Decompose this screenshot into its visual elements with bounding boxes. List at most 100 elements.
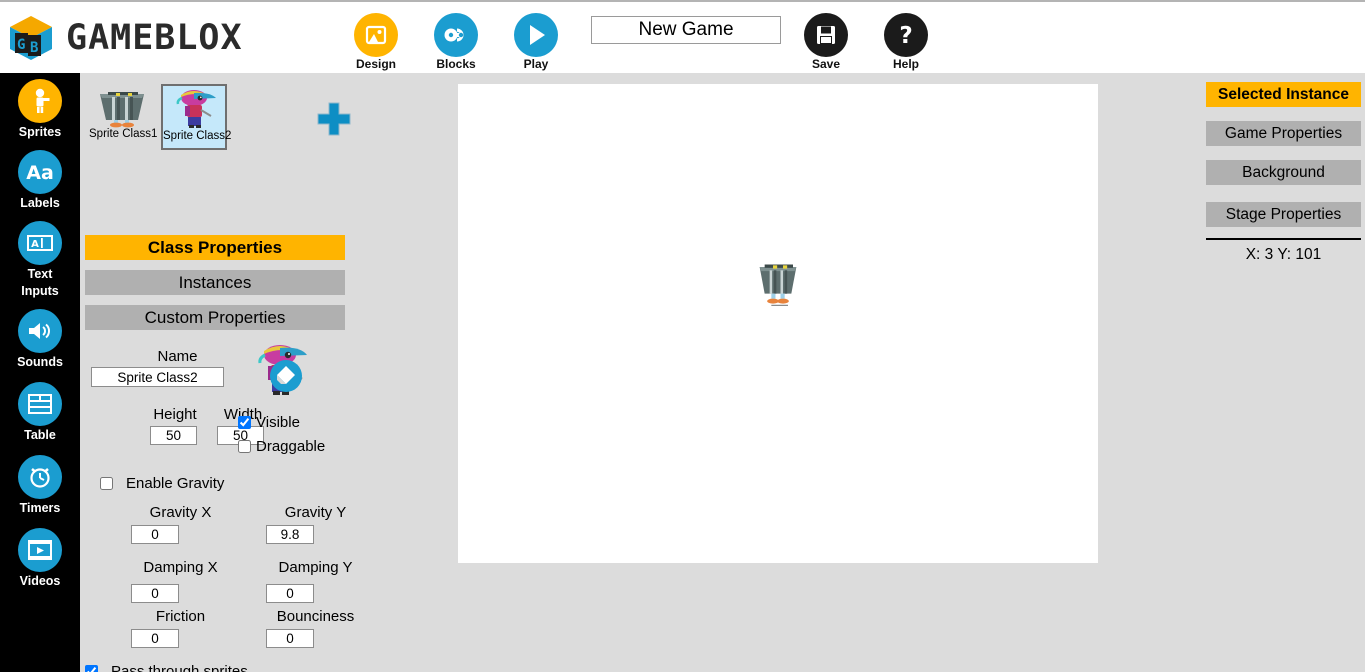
sidebar-item-table[interactable]: Table xyxy=(0,382,80,443)
tab-class-properties[interactable]: Class Properties xyxy=(85,235,345,260)
toolbar-button-play[interactable]: Play xyxy=(514,13,558,71)
gameblox-app: G B GAMEBLOX Design Blocks Play New Game… xyxy=(0,0,1365,672)
edit-sprite-button[interactable] xyxy=(270,360,302,397)
toolbar-label-blocks: Blocks xyxy=(436,57,476,71)
toolbar-label-play: Play xyxy=(523,57,549,71)
toolbar-button-design[interactable]: Design xyxy=(354,13,398,71)
gravity-y-input[interactable] xyxy=(266,525,314,544)
sprite-thumb-label: Sprite Class2 xyxy=(163,130,232,142)
name-input[interactable] xyxy=(91,367,224,387)
toolbar-label-help: Help xyxy=(892,57,919,71)
toolbar-button-save[interactable]: Save xyxy=(804,13,848,71)
stage-sprite-trashcan[interactable] xyxy=(753,256,803,313)
right-panel-divider xyxy=(1206,238,1361,240)
sprite-thumb-label: Sprite Class1 xyxy=(89,128,158,140)
draggable-checkbox[interactable] xyxy=(238,440,251,453)
sidebar-item-videos[interactable]: Videos xyxy=(0,528,80,589)
tab-custom-properties[interactable]: Custom Properties xyxy=(85,305,345,330)
bounciness-input[interactable] xyxy=(266,629,314,648)
toolbar-button-help[interactable]: ? Help xyxy=(884,13,928,71)
alarm-clock-icon xyxy=(18,455,62,499)
svg-text:?: ? xyxy=(899,23,912,48)
question-mark-icon: ? xyxy=(884,13,928,57)
pass-through-row[interactable]: Pass through sprites xyxy=(85,663,248,672)
right-sidebar: Selected Instance Game Properties Backgr… xyxy=(1200,73,1365,672)
damping-x-input[interactable] xyxy=(131,584,179,603)
stage-area xyxy=(455,73,1200,672)
draggable-label: Draggable xyxy=(256,438,326,455)
sidebar-label-sprites: Sprites xyxy=(18,125,62,139)
visible-checkbox-row[interactable]: Visible xyxy=(238,414,300,431)
tab-instances[interactable]: Instances xyxy=(85,270,345,295)
text-input-icon: A xyxy=(18,221,62,265)
toolbar-button-blocks[interactable]: Blocks xyxy=(434,13,478,71)
sidebar-label-text: Text xyxy=(27,267,53,281)
gameblox-cube-icon: G B xyxy=(8,14,54,62)
height-input[interactable] xyxy=(150,426,197,445)
toolbar-label-design: Design xyxy=(355,57,396,71)
friction-input[interactable] xyxy=(131,629,179,648)
sidebar-label-inputs: Inputs xyxy=(21,284,59,298)
sidebar-item-text-inputs[interactable]: A Text Inputs xyxy=(0,221,80,299)
play-icon xyxy=(514,13,558,57)
sprite-person-icon xyxy=(18,79,62,123)
visible-label: Visible xyxy=(256,414,300,431)
sidebar-label-table: Table xyxy=(24,428,56,442)
sidebar-item-sounds[interactable]: Sounds xyxy=(0,309,80,370)
friction-label: Friction xyxy=(155,608,206,625)
sidebar-label-timers: Timers xyxy=(19,501,61,515)
game-stage-canvas[interactable] xyxy=(458,84,1098,563)
tab-game-properties[interactable]: Game Properties xyxy=(1206,121,1361,146)
instance-coordinates: X: 3 Y: 101 xyxy=(1245,246,1322,263)
blocks-icon xyxy=(434,13,478,57)
damping-y-label: Damping Y xyxy=(278,559,353,576)
gravity-x-input[interactable] xyxy=(131,525,179,544)
pass-through-checkbox[interactable] xyxy=(85,665,98,672)
bounciness-label: Bounciness xyxy=(276,608,355,625)
table-grid-icon xyxy=(18,382,62,426)
labels-aa-icon: Aa xyxy=(18,150,62,194)
gravity-y-label: Gravity Y xyxy=(284,504,347,521)
brand-name: GAMEBLOX xyxy=(66,18,243,58)
sidebar-label-sounds: Sounds xyxy=(17,355,63,369)
sidebar-label-videos: Videos xyxy=(19,574,61,588)
enable-gravity-row[interactable]: Enable Gravity xyxy=(100,475,224,492)
damping-y-input[interactable] xyxy=(266,584,314,603)
tab-stage-properties[interactable]: Stage Properties xyxy=(1206,202,1361,227)
sidebar-item-sprites[interactable]: Sprites xyxy=(0,79,80,140)
enable-gravity-checkbox[interactable] xyxy=(100,477,113,490)
sprite-panel: Sprite Class1 Sprite Class2 Class Proper… xyxy=(80,73,455,672)
name-label: Name xyxy=(157,348,198,365)
add-sprite-button[interactable] xyxy=(316,101,352,137)
gravity-x-label: Gravity X xyxy=(149,504,212,521)
sidebar-item-labels[interactable]: Aa Labels xyxy=(0,150,80,211)
brand-logo: G B GAMEBLOX xyxy=(8,14,243,62)
plus-icon xyxy=(317,102,351,136)
visible-checkbox[interactable] xyxy=(238,416,251,429)
sprite-preview xyxy=(250,338,310,398)
sprite-thumb-class1[interactable]: Sprite Class1 xyxy=(89,84,158,150)
sidebar-label-labels: Labels xyxy=(20,196,60,210)
sidebar-item-timers[interactable]: Timers xyxy=(0,455,80,516)
app-header: G B GAMEBLOX Design Blocks Play New Game… xyxy=(0,0,1365,73)
tab-background[interactable]: Background xyxy=(1206,160,1361,185)
draggable-checkbox-row[interactable]: Draggable xyxy=(238,438,325,455)
toolbar-label-save: Save xyxy=(811,57,841,71)
image-design-icon xyxy=(354,13,398,57)
enable-gravity-label: Enable Gravity xyxy=(126,475,225,492)
left-sidebar: Sprites Aa Labels A Text Inputs Sounds T… xyxy=(0,73,80,672)
character-sprite-icon xyxy=(176,90,216,128)
trashcan-sprite-icon xyxy=(100,92,144,128)
damping-x-label: Damping X xyxy=(143,559,218,576)
save-floppy-icon xyxy=(804,13,848,57)
svg-text:A: A xyxy=(31,239,39,250)
pencil-edit-icon xyxy=(270,360,302,392)
sprite-thumb-class2[interactable]: Sprite Class2 xyxy=(161,84,232,150)
height-label: Height xyxy=(153,406,197,423)
speaker-icon xyxy=(18,309,62,353)
game-title-input[interactable]: New Game xyxy=(591,16,781,44)
tab-selected-instance[interactable]: Selected Instance xyxy=(1206,82,1361,107)
pass-through-label: Pass through sprites xyxy=(111,663,248,672)
svg-text:B: B xyxy=(30,40,38,56)
film-play-icon xyxy=(18,528,62,572)
